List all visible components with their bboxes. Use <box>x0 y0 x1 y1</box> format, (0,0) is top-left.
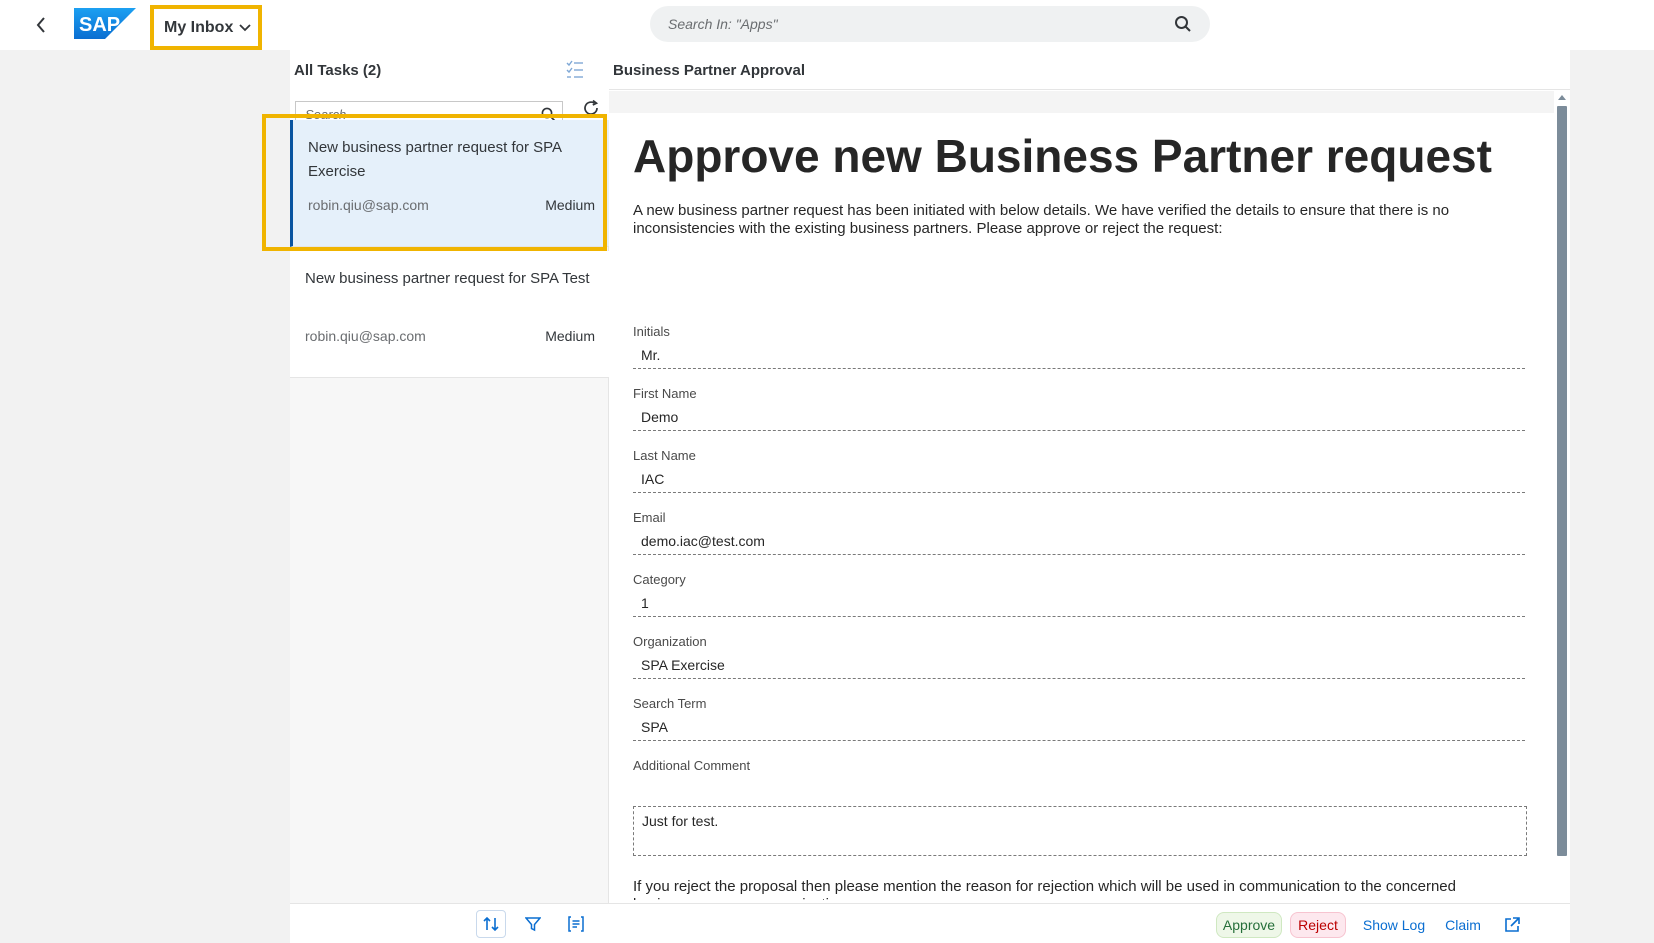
field-value[interactable]: Demo <box>633 407 1525 431</box>
task-list-title: All Tasks (2) <box>294 62 382 79</box>
refresh-button[interactable] <box>579 96 603 120</box>
form-heading: Approve new Business Partner request <box>633 130 1492 182</box>
field-label: Initials <box>633 324 670 339</box>
task-priority: Medium <box>545 197 595 213</box>
task-list-pane: All Tasks (2) Search New business partne… <box>290 50 609 943</box>
group-button[interactable] <box>561 910 591 938</box>
sort-icon <box>483 916 499 932</box>
field-value[interactable]: 1 <box>633 593 1525 617</box>
field-first-name: First Name Demo <box>633 386 1525 431</box>
field-label: Organization <box>633 634 707 649</box>
task-sender: robin.qiu@sap.com <box>305 328 426 344</box>
field-email: Email demo.iac@test.com <box>633 510 1525 555</box>
task-list-item[interactable]: New business partner request for SPA Exe… <box>290 120 609 247</box>
refresh-icon <box>584 99 599 115</box>
app-title-menu[interactable]: My Inbox <box>150 5 262 50</box>
task-title: New business partner request for SPA Exe… <box>308 139 562 180</box>
open-external-icon <box>1505 917 1520 932</box>
app-title: My Inbox <box>164 18 234 36</box>
form-intro: A new business partner request has been … <box>633 202 1450 237</box>
shell-search-placeholder: Search In: "Apps" <box>668 16 778 32</box>
task-detail-title: Business Partner Approval <box>613 62 806 79</box>
field-last-name: Last Name IAC <box>633 448 1525 493</box>
reject-note: If you reject the proposal then please m… <box>633 878 1456 900</box>
field-additional-comment: Additional Comment <box>633 758 1525 773</box>
search-icon[interactable] <box>1174 15 1192 33</box>
field-label: Additional Comment <box>633 758 751 773</box>
field-label: First Name <box>633 386 697 401</box>
open-task-button[interactable] <box>1497 912 1527 938</box>
back-button[interactable] <box>28 12 54 38</box>
task-detail-header: Business Partner Approval <box>609 50 1570 90</box>
field-category: Category 1 <box>633 572 1525 617</box>
additional-comment-textarea[interactable]: Just for test. <box>633 806 1527 856</box>
field-label: Last Name <box>633 448 696 463</box>
chevron-down-icon <box>239 23 251 31</box>
scroll-up-button[interactable] <box>1557 92 1567 102</box>
approve-button[interactable]: Approve <box>1216 912 1282 938</box>
field-label: Category <box>633 572 686 587</box>
task-title: New business partner request for SPA Tes… <box>305 270 590 287</box>
task-priority: Medium <box>545 328 595 344</box>
multi-select-icon[interactable] <box>566 60 584 80</box>
field-value[interactable]: SPA <box>633 717 1525 741</box>
sap-logo[interactable]: SAP <box>74 8 136 39</box>
sap-logo-text: SAP <box>79 14 120 36</box>
field-value[interactable]: Mr. <box>633 345 1525 369</box>
field-label: Email <box>633 510 666 525</box>
sort-button[interactable] <box>476 910 506 938</box>
filter-button[interactable] <box>518 910 548 938</box>
task-list-item[interactable]: New business partner request for SPA Tes… <box>290 251 609 378</box>
chevron-left-icon <box>36 17 45 33</box>
field-value[interactable]: SPA Exercise <box>633 655 1525 679</box>
reject-button[interactable]: Reject <box>1290 912 1346 938</box>
task-sender: robin.qiu@sap.com <box>308 197 429 213</box>
claim-button[interactable]: Claim <box>1438 912 1488 938</box>
field-value[interactable]: IAC <box>633 469 1525 493</box>
field-initials: Initials Mr. <box>633 324 1525 369</box>
task-action-bar: Approve Reject Show Log Claim <box>609 903 1570 943</box>
task-detail-pane: Business Partner Approval Approve new Bu… <box>609 50 1570 943</box>
field-search-term: Search Term SPA <box>633 696 1525 741</box>
field-organization: Organization SPA Exercise <box>633 634 1525 679</box>
scrollbar-thumb[interactable] <box>1557 106 1567 856</box>
field-value[interactable]: demo.iac@test.com <box>633 531 1525 555</box>
task-list-header: All Tasks (2) <box>290 50 609 92</box>
show-log-button[interactable]: Show Log <box>1358 912 1430 938</box>
detail-toolbar-band <box>609 91 1554 113</box>
task-list-footer <box>290 903 609 943</box>
field-label: Search Term <box>633 696 707 711</box>
shell-search-field[interactable]: Search In: "Apps" <box>650 6 1210 42</box>
group-icon <box>568 916 584 932</box>
filter-icon <box>525 917 541 932</box>
shell-bar: SAP My Inbox Search In: "Apps" <box>0 0 1654 50</box>
approval-form: Approve new Business Partner request A n… <box>633 128 1533 900</box>
triangle-up-icon <box>1558 94 1566 100</box>
